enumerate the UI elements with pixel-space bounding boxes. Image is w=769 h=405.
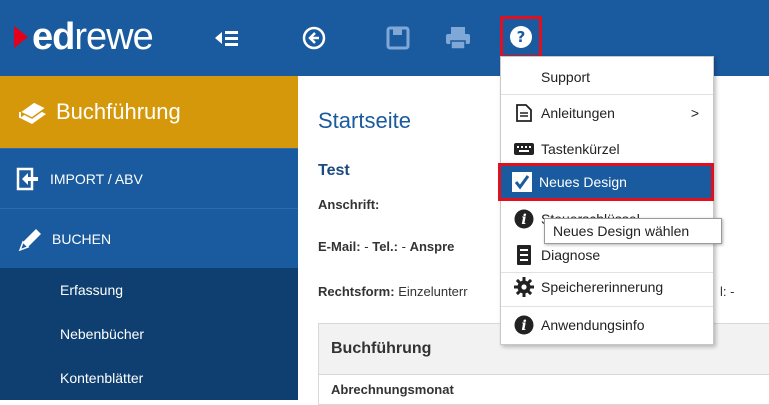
menu-item-speichererinnerung[interactable]: Speichererinnerung xyxy=(501,269,713,305)
menu-item-label: Speichererinnerung xyxy=(541,279,664,295)
tel-label: Tel.: xyxy=(372,239,398,254)
sidebar-title: Buchführung xyxy=(56,99,181,124)
sidebar-item-buchen[interactable]: BUCHEN xyxy=(0,208,298,269)
menu-item-anwendungsinfo[interactable]: i Anwendungsinfo xyxy=(501,307,713,343)
svg-text:i: i xyxy=(521,318,526,334)
panel-title: Buchführung xyxy=(331,340,432,357)
menu-item-label: Neues Design xyxy=(539,174,627,190)
sidebar-subitem-kontenblaetter[interactable]: Kontenblätter xyxy=(0,356,298,400)
sidebar-item-import[interactable]: IMPORT / ABV xyxy=(0,148,298,209)
back-icon[interactable] xyxy=(300,24,328,52)
legal-form-label: Rechtsform: xyxy=(318,284,395,299)
legal-form-line: Rechtsform: Einzelunterr xyxy=(318,284,468,299)
legal-form-value: Einzelunterr xyxy=(398,284,468,299)
info-icon: i xyxy=(513,314,535,336)
obscured-value: l: - xyxy=(720,284,735,299)
info-icon: i xyxy=(513,208,535,230)
keyboard-icon xyxy=(513,138,535,160)
help-icon: ? xyxy=(509,25,533,49)
contact-label: Anspre xyxy=(409,239,455,254)
diagnose-icon xyxy=(513,244,535,266)
menu-item-support[interactable]: Support xyxy=(501,59,713,95)
menu-item-label: Anwendungsinfo xyxy=(541,317,645,333)
menu-item-anleitungen[interactable]: Anleitungen > xyxy=(501,95,713,131)
sidebar-item-label: BUCHEN xyxy=(52,231,112,247)
document-icon xyxy=(513,102,535,124)
menu-item-label: Diagnose xyxy=(541,247,601,263)
address-label: Anschrift: xyxy=(318,197,380,212)
svg-text:i: i xyxy=(521,212,526,228)
chevron-right-icon: > xyxy=(690,105,699,121)
save-icon[interactable] xyxy=(384,24,412,52)
menu-item-label: Anleitungen xyxy=(541,105,615,121)
print-icon[interactable] xyxy=(443,24,473,52)
collapse-menu-icon[interactable] xyxy=(212,24,242,52)
menu-item-label: Support xyxy=(541,69,591,85)
contact-line: E-Mail: - Tel.: - Anspre xyxy=(318,239,454,254)
logo-ed: ed xyxy=(32,15,75,58)
logo-chevron xyxy=(14,26,28,48)
books-icon xyxy=(16,98,48,126)
edrewe-logo[interactable]: ed rewe xyxy=(14,14,154,60)
pencil-icon xyxy=(16,226,44,252)
checkbox-icon xyxy=(511,171,533,193)
panel-row-label: Abrechnungsmonat xyxy=(331,382,454,397)
page-title: Startseite xyxy=(318,108,411,133)
sidebar-subitem-erfassung[interactable]: Erfassung xyxy=(0,268,298,312)
import-icon xyxy=(16,167,42,191)
sidebar-item-label: IMPORT / ABV xyxy=(50,171,143,187)
tooltip: Neues Design wählen xyxy=(544,218,722,244)
logo-rewe: rewe xyxy=(74,15,153,58)
sidebar-subitem-nebenbuecher[interactable]: Nebenbücher xyxy=(0,312,298,356)
help-button[interactable]: ? xyxy=(500,16,542,58)
email-label: E-Mail: xyxy=(318,239,361,254)
company-name: Test xyxy=(318,162,350,179)
gear-icon xyxy=(513,276,535,298)
tel-value: - xyxy=(401,239,406,254)
sidebar-header[interactable]: Buchführung xyxy=(0,76,298,148)
menu-item-neues-design[interactable]: Neues Design xyxy=(498,163,714,201)
menu-item-label: Tastenkürzel xyxy=(541,141,620,157)
menu-item-tastenkuerzel[interactable]: Tastenkürzel xyxy=(501,131,713,167)
sidebar: Buchführung IMPORT / ABV BUCHEN Erfassun… xyxy=(0,76,298,400)
svg-text:?: ? xyxy=(517,28,526,46)
help-menu: Support Anleitungen > Tastenkürzel Neues… xyxy=(498,56,714,345)
email-value: - xyxy=(364,239,369,254)
